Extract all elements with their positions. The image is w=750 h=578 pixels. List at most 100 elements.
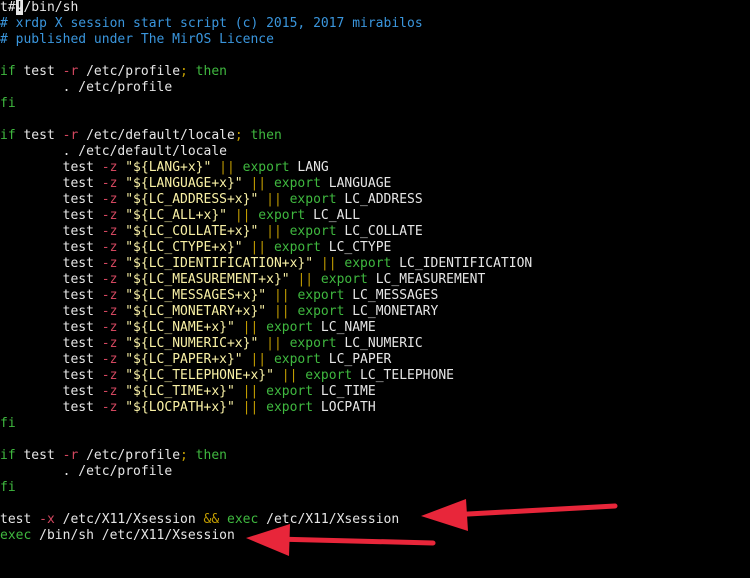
code-token-keyword: export	[273, 176, 321, 191]
code-line: test -z "${LC_NAME+x}" || export LC_NAME	[0, 320, 750, 336]
code-line: test -z "${LC_ALL+x}" || export LC_ALL	[0, 208, 750, 224]
code-token-plain: LC_TELEPHONE	[352, 368, 454, 383]
code-token-plain: LC_TIME	[313, 384, 376, 399]
code-token-keyword: export	[289, 336, 337, 351]
code-line: if test -r /etc/profile; then	[0, 64, 750, 80]
code-line: if test -r /etc/profile; then	[0, 448, 750, 464]
code-token-plain: /etc/X11/Xsession	[258, 512, 400, 527]
code-token-comment: # xrdp X session start script (c) 2015, …	[0, 16, 423, 31]
code-token-plain: test	[0, 176, 102, 191]
code-token-plain: test	[0, 336, 102, 351]
code-token-string: "${LC_IDENTIFICATION+x}"	[125, 256, 314, 271]
code-token-plain: LC_NUMERIC	[336, 336, 423, 351]
code-token-plain: . /etc/profile	[0, 464, 173, 479]
code-token-plain: /bin/sh /etc/X11/Xsession	[31, 528, 235, 543]
code-token-op: ||	[242, 384, 259, 399]
code-token-string: "${LC_TIME+x}"	[125, 384, 235, 399]
code-token-string: "${LOCPATH+x}"	[125, 400, 235, 415]
code-token-string: "${LC_NAME+x}"	[125, 320, 235, 335]
code-token-op: ||	[250, 352, 267, 367]
code-token-plain: /etc/profile	[78, 64, 181, 79]
code-line: fi	[0, 480, 750, 496]
code-token-keyword: export	[320, 272, 368, 287]
code-line: . /etc/default/locale	[0, 144, 750, 160]
code-token-op: &&	[203, 512, 220, 527]
code-token-plain: test	[15, 448, 63, 463]
code-token-plain: test	[0, 272, 102, 287]
code-line: test -z "${LC_MEASUREMENT+x}" || export …	[0, 272, 750, 288]
code-token-flag: -z	[101, 320, 118, 335]
code-token-keyword: fi	[0, 96, 16, 111]
code-token-op: ||	[297, 272, 314, 287]
code-token-keyword: export	[266, 384, 314, 399]
code-token-flag: -r	[62, 128, 79, 143]
code-token-keyword: then	[187, 64, 227, 79]
code-token-flag: -z	[101, 288, 118, 303]
code-token-op: ||	[281, 368, 298, 383]
code-token-keyword: export	[297, 288, 345, 303]
code-token-plain: test	[0, 256, 102, 271]
code-token-keyword: export	[266, 320, 314, 335]
code-token-flag: -z	[101, 304, 118, 319]
code-line: if test -r /etc/default/locale; then	[0, 128, 750, 144]
code-token-flag: -z	[101, 224, 118, 239]
code-token-plain: /bin/sh	[23, 0, 79, 15]
code-token-op: ||	[250, 240, 267, 255]
code-token-plain: test	[0, 320, 102, 335]
code-token-keyword: export	[289, 192, 337, 207]
code-token-string: "${LC_COLLATE+x}"	[125, 224, 259, 239]
code-token-keyword: export	[273, 352, 321, 367]
code-line: # xrdp X session start script (c) 2015, …	[0, 16, 750, 32]
code-token-plain: LC_MESSAGES	[344, 288, 439, 303]
code-line: test -z "${LANGUAGE+x}" || export LANGUA…	[0, 176, 750, 192]
code-token-keyword: fi	[0, 416, 16, 431]
code-token-keyword: if	[0, 448, 16, 463]
code-line: test -z "${LC_ADDRESS+x}" || export LC_A…	[0, 192, 750, 208]
code-token-flag: -z	[101, 208, 118, 223]
code-token-flag: -z	[101, 176, 118, 191]
code-line: test -z "${LC_MONETARY+x}" || export LC_…	[0, 304, 750, 320]
code-token-string: "${LANG+x}"	[125, 160, 212, 175]
code-token-string: "${LC_TELEPHONE+x}"	[125, 368, 274, 383]
code-token-keyword: fi	[0, 480, 16, 495]
code-token-plain: LC_IDENTIFICATION	[391, 256, 533, 271]
code-token-plain: test	[0, 224, 102, 239]
code-token-string: "${LC_PAPER+x}"	[125, 352, 243, 367]
code-token-op: ||	[266, 224, 282, 239]
code-line: test -z "${LC_TIME+x}" || export LC_TIME	[0, 384, 750, 400]
code-line: test -x /etc/X11/Xsession && exec /etc/X…	[0, 512, 750, 528]
code-token-string: "${LC_MEASUREMENT+x}"	[125, 272, 290, 287]
code-token-plain: LANG	[289, 160, 329, 175]
code-token-plain: LC_CTYPE	[320, 240, 392, 255]
code-line: test -z "${LC_CTYPE+x}" || export LC_CTY…	[0, 240, 750, 256]
code-token-flag: -r	[62, 64, 79, 79]
code-token-plain: LC_PAPER	[320, 352, 392, 367]
code-line: test -z "${LC_TELEPHONE+x}" || export LC…	[0, 368, 750, 384]
code-token-keyword: export	[297, 304, 345, 319]
code-token-op: ;	[180, 448, 188, 463]
code-line: test -z "${LC_COLLATE+x}" || export LC_C…	[0, 224, 750, 240]
code-token-plain: test	[0, 352, 102, 367]
code-token-plain: /etc/default/locale	[78, 128, 235, 143]
code-token-flag: -z	[101, 336, 118, 351]
code-line: . /etc/profile	[0, 464, 750, 480]
code-token-op: ||	[266, 192, 282, 207]
terminal-text-area[interactable]: t#!/bin/sh # xrdp X session start script …	[0, 0, 750, 578]
code-token-string: "${LC_CTYPE+x}"	[125, 240, 243, 255]
code-token-keyword: export	[289, 224, 337, 239]
